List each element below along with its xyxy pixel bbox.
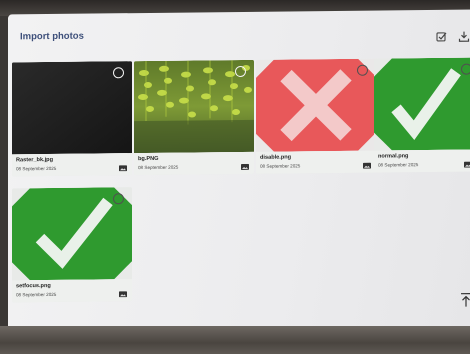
photo-thumbnail <box>374 57 470 151</box>
photo-tile-bg[interactable]: bg.PNG 08 September 2025 <box>134 59 254 176</box>
image-icon <box>119 158 127 172</box>
photo-filename: bg.PNG <box>138 155 159 163</box>
photo-caption: setfocus.png 08 September 2025 <box>12 279 132 303</box>
select-radio[interactable] <box>461 63 470 75</box>
photo-filename: setfocus.png <box>16 282 51 290</box>
image-icon <box>241 157 249 170</box>
photo-tile-raster-bk[interactable]: Raster_bk.jpg 08 September 2025 <box>12 61 132 177</box>
photo-date: 08 September 2025 <box>260 163 301 169</box>
photo-filename: Raster_bk.jpg <box>16 156 53 164</box>
photo-date: 08 September 2025 <box>378 162 419 168</box>
select-all-icon[interactable] <box>436 30 448 42</box>
page-title: Import photos <box>20 30 84 43</box>
photo-date: 08 September 2025 <box>16 165 57 172</box>
photo-caption: bg.PNG 08 September 2025 <box>134 151 254 176</box>
photo-caption: disable.png 08 September 2025 <box>256 150 376 174</box>
device-bezel-bottom <box>0 326 470 354</box>
select-radio[interactable] <box>113 193 124 205</box>
photo-filename: disable.png <box>260 154 292 161</box>
import-icon[interactable] <box>458 30 470 42</box>
select-radio[interactable] <box>113 67 124 79</box>
header: Import photos <box>8 10 470 57</box>
photo-tile-normal[interactable]: normal.png 08 September 2025 <box>374 57 470 173</box>
photo-tile-disable[interactable]: disable.png 08 September 2025 <box>256 58 376 174</box>
photo-caption: normal.png 08 September 2025 <box>374 149 470 173</box>
select-radio[interactable] <box>357 64 368 76</box>
photo-date: 08 September 2025 <box>16 291 57 298</box>
photo-caption: Raster_bk.jpg 08 September 2025 <box>12 153 132 177</box>
photo-tile-setfocus[interactable]: setfocus.png 08 September 2025 <box>12 187 132 303</box>
image-icon <box>363 156 371 169</box>
image-icon <box>464 155 470 168</box>
photo-date: 08 September 2025 <box>138 164 179 171</box>
photo-filename: normal.png <box>378 153 409 160</box>
import-photos-screen: Import photos Raster_bk.jpg 08 September… <box>8 9 470 333</box>
select-radio[interactable] <box>235 65 246 78</box>
scroll-to-top-icon[interactable] <box>460 292 470 308</box>
image-icon <box>119 284 127 298</box>
